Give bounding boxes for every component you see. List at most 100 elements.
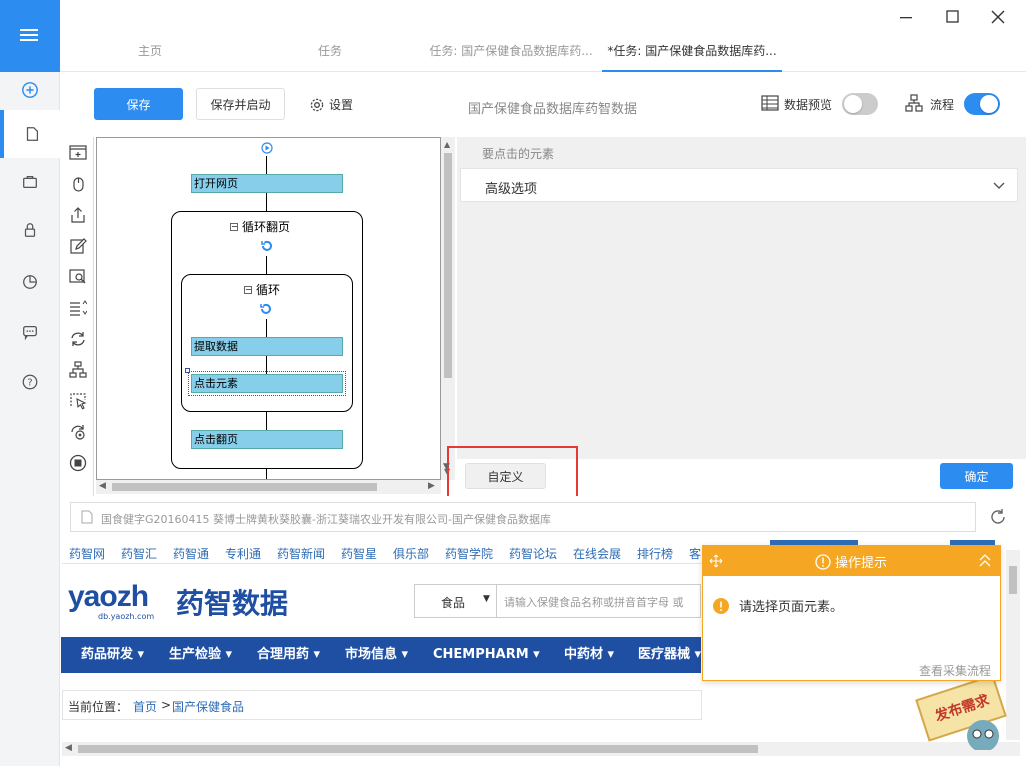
nav-link[interactable]: 排行榜: [637, 545, 673, 562]
site-logo[interactable]: yaozh db.yaozh.com 药智数据: [68, 578, 318, 624]
settings-button[interactable]: 设置: [309, 96, 353, 113]
view-flow-link[interactable]: 查看采集流程: [919, 662, 991, 679]
panel-header: 要点击的元素: [482, 147, 555, 161]
loop-block[interactable]: − 循环 提取数据 点击元素: [181, 274, 353, 412]
flow-node-open-page[interactable]: 打开网页: [191, 174, 343, 193]
nav-link[interactable]: 药智星: [341, 545, 377, 562]
maximize-icon[interactable]: [942, 8, 962, 26]
collapse-arrow-icon[interactable]: ▼: [443, 462, 450, 472]
nav-link[interactable]: 药智通: [173, 545, 209, 562]
hover-tool[interactable]: [66, 389, 90, 413]
stop-icon: [69, 454, 87, 472]
recognize-tool[interactable]: [66, 265, 90, 289]
move-icon[interactable]: [709, 554, 723, 568]
browser-vertical-scrollbar[interactable]: [1006, 550, 1020, 740]
flow-toggle[interactable]: [964, 93, 1000, 115]
extract-tool[interactable]: [66, 203, 90, 227]
flow-node-click-page[interactable]: 点击翻页: [191, 430, 343, 449]
address-bar[interactable]: 国食健字G20160415 葵博士牌黄秋葵胶囊-浙江葵瑞农业开发有限公司-国产保…: [70, 502, 976, 532]
nav-link[interactable]: 在线会展: [573, 545, 621, 562]
search-input[interactable]: 请输入保健食品名称或拼音首字母 或: [504, 594, 684, 610]
main-nav-item[interactable]: 合理用药 ▾: [257, 637, 320, 673]
sidebar-messages[interactable]: [0, 308, 60, 356]
canvas-vertical-scrollbar[interactable]: ▲ ▼: [441, 137, 455, 480]
cursor-box-icon: [70, 393, 87, 410]
sidebar-toolbox[interactable]: [0, 158, 60, 206]
sidebar-tasks[interactable]: [0, 110, 60, 158]
browser-horizontal-scrollbar[interactable]: ◀: [62, 742, 1020, 756]
open-page-tool[interactable]: [66, 141, 90, 165]
popup-header[interactable]: 操作提示: [703, 546, 1000, 576]
scroll-thumb[interactable]: [78, 745, 758, 753]
tab-home[interactable]: 主页: [110, 42, 190, 64]
loop-tool[interactable]: [66, 327, 90, 351]
flow-icon: [905, 94, 923, 112]
sidebar-help[interactable]: ?: [0, 358, 60, 406]
scroll-thumb[interactable]: [444, 153, 452, 378]
select-tool[interactable]: [66, 296, 90, 320]
breadcrumb-home[interactable]: 首页: [133, 698, 157, 715]
minimize-icon[interactable]: [896, 8, 916, 26]
main-nav-item[interactable]: CHEMPHARM ▾: [433, 637, 540, 673]
main-nav-item[interactable]: 生产检验 ▾: [169, 637, 232, 673]
menu-button[interactable]: [0, 0, 60, 72]
edit-icon: [70, 238, 87, 254]
main-nav-item[interactable]: 医疗器械 ▾: [638, 637, 701, 673]
flow-node-extract[interactable]: 提取数据: [191, 337, 343, 356]
plus-circle-icon: [22, 82, 38, 98]
nav-link[interactable]: 药智新闻: [277, 545, 325, 562]
mascot-icon: [967, 720, 999, 750]
collapse-up-icon[interactable]: [979, 554, 991, 568]
nav-link[interactable]: 药智网: [69, 545, 105, 562]
collapse-icon[interactable]: −: [244, 285, 252, 294]
branch-tool[interactable]: [66, 358, 90, 382]
save-start-button[interactable]: 保存并启动: [196, 88, 285, 120]
advanced-options[interactable]: 高级选项: [460, 168, 1018, 202]
confirm-button[interactable]: 确定: [940, 463, 1013, 489]
preview-toggle[interactable]: [842, 93, 878, 115]
warning-icon: [713, 597, 729, 614]
site-main-nav: 药品研发 ▾ 生产检验 ▾ 合理用药 ▾ 市场信息 ▾ CHEMPHARM ▾ …: [61, 637, 701, 673]
loop-page-block[interactable]: − 循环翻页 − 循环 提取数据 点击元素 点击翻页: [171, 211, 363, 469]
tab-task-1[interactable]: 任务: 国产保健食品数据库药...: [426, 42, 596, 64]
scroll-left-icon[interactable]: ◀: [65, 743, 72, 753]
scroll-up-icon[interactable]: ▲: [444, 140, 450, 149]
stop-tool[interactable]: [66, 451, 90, 475]
main-nav-item[interactable]: 药品研发 ▾: [81, 637, 144, 673]
breadcrumb-current[interactable]: 国产保健食品: [172, 698, 244, 715]
scroll-right-icon[interactable]: ▶: [428, 481, 435, 491]
collapse-icon[interactable]: −: [230, 222, 238, 231]
nav-link[interactable]: 药智论坛: [509, 545, 557, 562]
sidebar-lock[interactable]: [0, 206, 60, 254]
tab-tasks[interactable]: 任务: [290, 42, 370, 64]
nav-link[interactable]: 客: [689, 545, 701, 562]
sidebar-stats[interactable]: [0, 258, 60, 306]
tab-task-active[interactable]: *任务: 国产保健食品数据库药...: [602, 42, 782, 72]
scroll-thumb[interactable]: [1009, 566, 1017, 594]
nav-link[interactable]: 药智学院: [445, 545, 493, 562]
scroll-left-icon[interactable]: ◀: [99, 481, 106, 491]
reload-icon[interactable]: [989, 508, 1007, 526]
nav-link[interactable]: 俱乐部: [393, 545, 429, 562]
flow-canvas[interactable]: 打开网页 − 循环翻页 − 循环 提取数据 点击元素 点击翻页: [96, 137, 441, 480]
scroll-thumb[interactable]: [112, 483, 377, 491]
input-tool[interactable]: [66, 234, 90, 258]
main-nav-item[interactable]: 市场信息 ▾: [345, 637, 408, 673]
connector: [266, 319, 267, 337]
site-search: 食品 ▼ 请输入保健食品名称或拼音首字母 或: [414, 584, 701, 618]
window-plus-icon: [69, 145, 87, 160]
save-button[interactable]: 保存: [94, 88, 183, 120]
nav-link[interactable]: 药智汇: [121, 545, 157, 562]
click-tool[interactable]: [66, 172, 90, 196]
close-icon[interactable]: [988, 8, 1008, 26]
sidebar-new-task[interactable]: [0, 66, 60, 114]
popup-title-group: 操作提示: [815, 552, 887, 571]
canvas-horizontal-scrollbar[interactable]: ◀ ▶: [96, 480, 441, 494]
flow-node-click-element[interactable]: 点击元素: [191, 374, 343, 393]
main-nav-item[interactable]: 中药材 ▾: [564, 637, 614, 673]
selection-handle[interactable]: [185, 368, 190, 373]
nav-link[interactable]: 专利通: [225, 545, 261, 562]
caret-down-icon: ▼: [483, 594, 490, 604]
search-category-select[interactable]: 食品 ▼: [415, 585, 497, 617]
switch-tool[interactable]: [66, 420, 90, 444]
